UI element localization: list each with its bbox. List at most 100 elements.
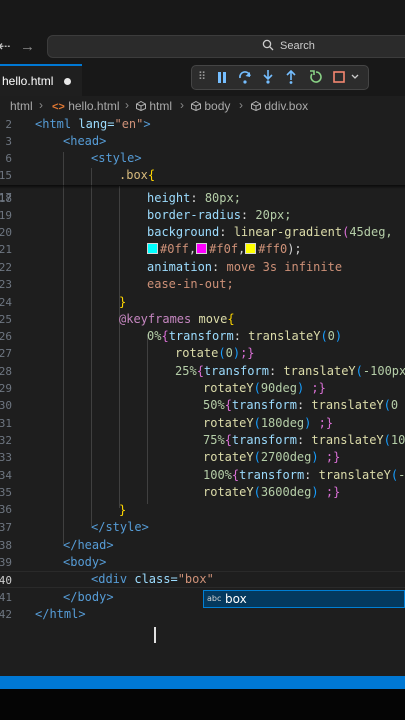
line-number: 28 bbox=[0, 365, 12, 378]
pause-icon[interactable] bbox=[217, 72, 227, 83]
code-line: 20 background: linear-gradient(45deg, bbox=[0, 224, 405, 241]
line-number: 39 bbox=[0, 556, 12, 569]
line-number: 3 bbox=[5, 135, 12, 148]
step-into-icon[interactable] bbox=[262, 70, 274, 84]
code-line: 23 ease-in-out; bbox=[0, 276, 405, 293]
vscode-window: ⇠ → Search hello.html ⠿ html › <> hello.… bbox=[0, 0, 405, 720]
code-line: 33 rotateY(2700deg) ;} bbox=[0, 449, 405, 466]
line-number: 18 bbox=[0, 192, 12, 205]
line-content: rotateY(3600deg) ;} bbox=[203, 485, 341, 499]
code-line: 2 <html lang="en"> bbox=[0, 116, 405, 133]
tab-hello-html[interactable]: hello.html bbox=[0, 64, 82, 96]
line-content: <head> bbox=[63, 134, 107, 148]
line-number: 30 bbox=[0, 399, 12, 412]
breadcrumb-item[interactable]: html bbox=[10, 99, 33, 113]
line-content: animation: move 3s infinite bbox=[147, 260, 343, 274]
drag-handle-icon[interactable]: ⠿ bbox=[198, 69, 206, 86]
forward-arrow-icon[interactable]: → bbox=[20, 38, 35, 56]
line-content: 0%{transform: translateY(0) bbox=[147, 329, 343, 343]
code-line: 3 <head> bbox=[0, 133, 405, 150]
stop-icon[interactable] bbox=[333, 71, 345, 83]
title-bar: ⇠ → Search bbox=[0, 0, 405, 64]
code-line: } bbox=[0, 502, 405, 519]
chevron-right-icon: › bbox=[180, 98, 184, 112]
line-content: rotateY(180deg) ;} bbox=[203, 416, 334, 430]
search-label: Search bbox=[280, 40, 315, 52]
restart-icon[interactable] bbox=[309, 70, 322, 84]
color-swatch-yellow[interactable] bbox=[245, 243, 257, 254]
color-swatch-magenta[interactable] bbox=[196, 243, 208, 254]
code-line: 28 25%{transform: translateY(-100px) bbox=[0, 363, 405, 380]
breadcrumb-label: ddiv.box bbox=[264, 99, 309, 113]
line-content: </html> bbox=[35, 607, 86, 621]
unsaved-dot-icon[interactable] bbox=[64, 78, 71, 85]
line-number: 20 bbox=[0, 226, 12, 239]
suggestion-label: box bbox=[225, 592, 247, 606]
step-out-icon[interactable] bbox=[285, 70, 297, 84]
line-number: 33 bbox=[0, 451, 12, 464]
line-number: 25 bbox=[0, 313, 12, 326]
line-number: 19 bbox=[0, 209, 12, 222]
chevron-down-icon[interactable] bbox=[351, 74, 359, 80]
debug-toolbar: ⠿ bbox=[191, 65, 369, 90]
code-line: 25 @keyframes move{ bbox=[0, 311, 405, 328]
breadcrumb-label: html bbox=[149, 99, 173, 113]
line-content: 75%{transform: translateY(100 bbox=[203, 433, 405, 447]
line-content: } bbox=[119, 295, 127, 309]
breadcrumb-item-html[interactable]: html bbox=[136, 99, 172, 113]
line-content: .box{ bbox=[119, 168, 156, 182]
line-number: 23 bbox=[0, 278, 12, 291]
line-content: 100%{transform: translateY(-0 bbox=[203, 468, 405, 482]
line-content: <html lang="en"> bbox=[35, 117, 151, 131]
breadcrumb-label: body bbox=[204, 99, 231, 113]
line-content: background: linear-gradient(45deg, bbox=[147, 225, 393, 239]
code-line: 26 0%{transform: translateY(0) bbox=[0, 328, 405, 345]
code-line: 38 </head> bbox=[0, 537, 405, 554]
screen-bottom bbox=[0, 689, 405, 720]
line-content: height: 80px; bbox=[147, 191, 241, 205]
line-number: 40 bbox=[0, 574, 12, 587]
code-line: 34 100%{transform: translateY(-0 bbox=[0, 467, 405, 484]
line-number: 31 bbox=[0, 417, 12, 430]
line-content: 25%{transform: translateY(-100px) bbox=[175, 364, 405, 378]
breadcrumb-item-body[interactable]: body bbox=[191, 99, 230, 113]
line-content: rotate(0);} bbox=[175, 346, 255, 360]
line-number: 42 bbox=[0, 608, 12, 621]
code-line: 30 50%{transform: translateY(0 bbox=[0, 397, 405, 414]
line-number: 29 bbox=[0, 382, 12, 395]
code-line: 35 rotateY(3600deg) ;} bbox=[0, 484, 405, 501]
line-content: <ddiv class="box" bbox=[91, 572, 214, 586]
line-number: 34 bbox=[0, 469, 12, 482]
command-center-search[interactable]: Search bbox=[47, 35, 405, 58]
code-line: 15 .box{ bbox=[0, 167, 405, 184]
line-content: @keyframes move{ bbox=[119, 312, 235, 326]
code-line: 39 <body> bbox=[0, 554, 405, 571]
color-swatch-cyan[interactable] bbox=[147, 243, 158, 254]
line-number: 24 bbox=[0, 296, 12, 309]
code-line: 18 height: 80px; bbox=[0, 190, 405, 207]
chevron-right-icon: › bbox=[239, 98, 243, 112]
symbol-cube-icon bbox=[251, 101, 261, 111]
chevron-right-icon: › bbox=[125, 98, 129, 112]
step-over-icon[interactable] bbox=[238, 70, 252, 84]
breadcrumb-item-file[interactable]: <> hello.html bbox=[52, 99, 120, 113]
back-arrow-icon[interactable]: ⇠ bbox=[0, 38, 11, 56]
breadcrumb: html › <> hello.html › html › body › ddi… bbox=[0, 96, 405, 116]
line-content: <style> bbox=[91, 151, 142, 165]
chevron-right-icon: › bbox=[39, 98, 43, 112]
breadcrumb-item-ddiv[interactable]: ddiv.box bbox=[251, 99, 308, 113]
code-line: 37 </style> bbox=[0, 519, 405, 536]
code-line: 21 #0ff, #f0f, #ff0); bbox=[0, 241, 405, 258]
html-file-icon: <> bbox=[52, 101, 65, 113]
line-content: </head> bbox=[63, 538, 114, 552]
line-content: } bbox=[119, 503, 127, 517]
text-cursor-icon bbox=[154, 627, 156, 643]
autocomplete-suggestion[interactable]: abc box bbox=[203, 590, 405, 608]
status-bar bbox=[0, 676, 405, 689]
line-number: 6 bbox=[5, 152, 12, 165]
line-number: 27 bbox=[0, 347, 12, 360]
code-line: 24 } bbox=[0, 294, 405, 311]
code-line: 31 rotateY(180deg) ;} bbox=[0, 415, 405, 432]
line-number: 38 bbox=[0, 539, 12, 552]
line-content: 50%{transform: translateY(0 bbox=[203, 398, 399, 412]
